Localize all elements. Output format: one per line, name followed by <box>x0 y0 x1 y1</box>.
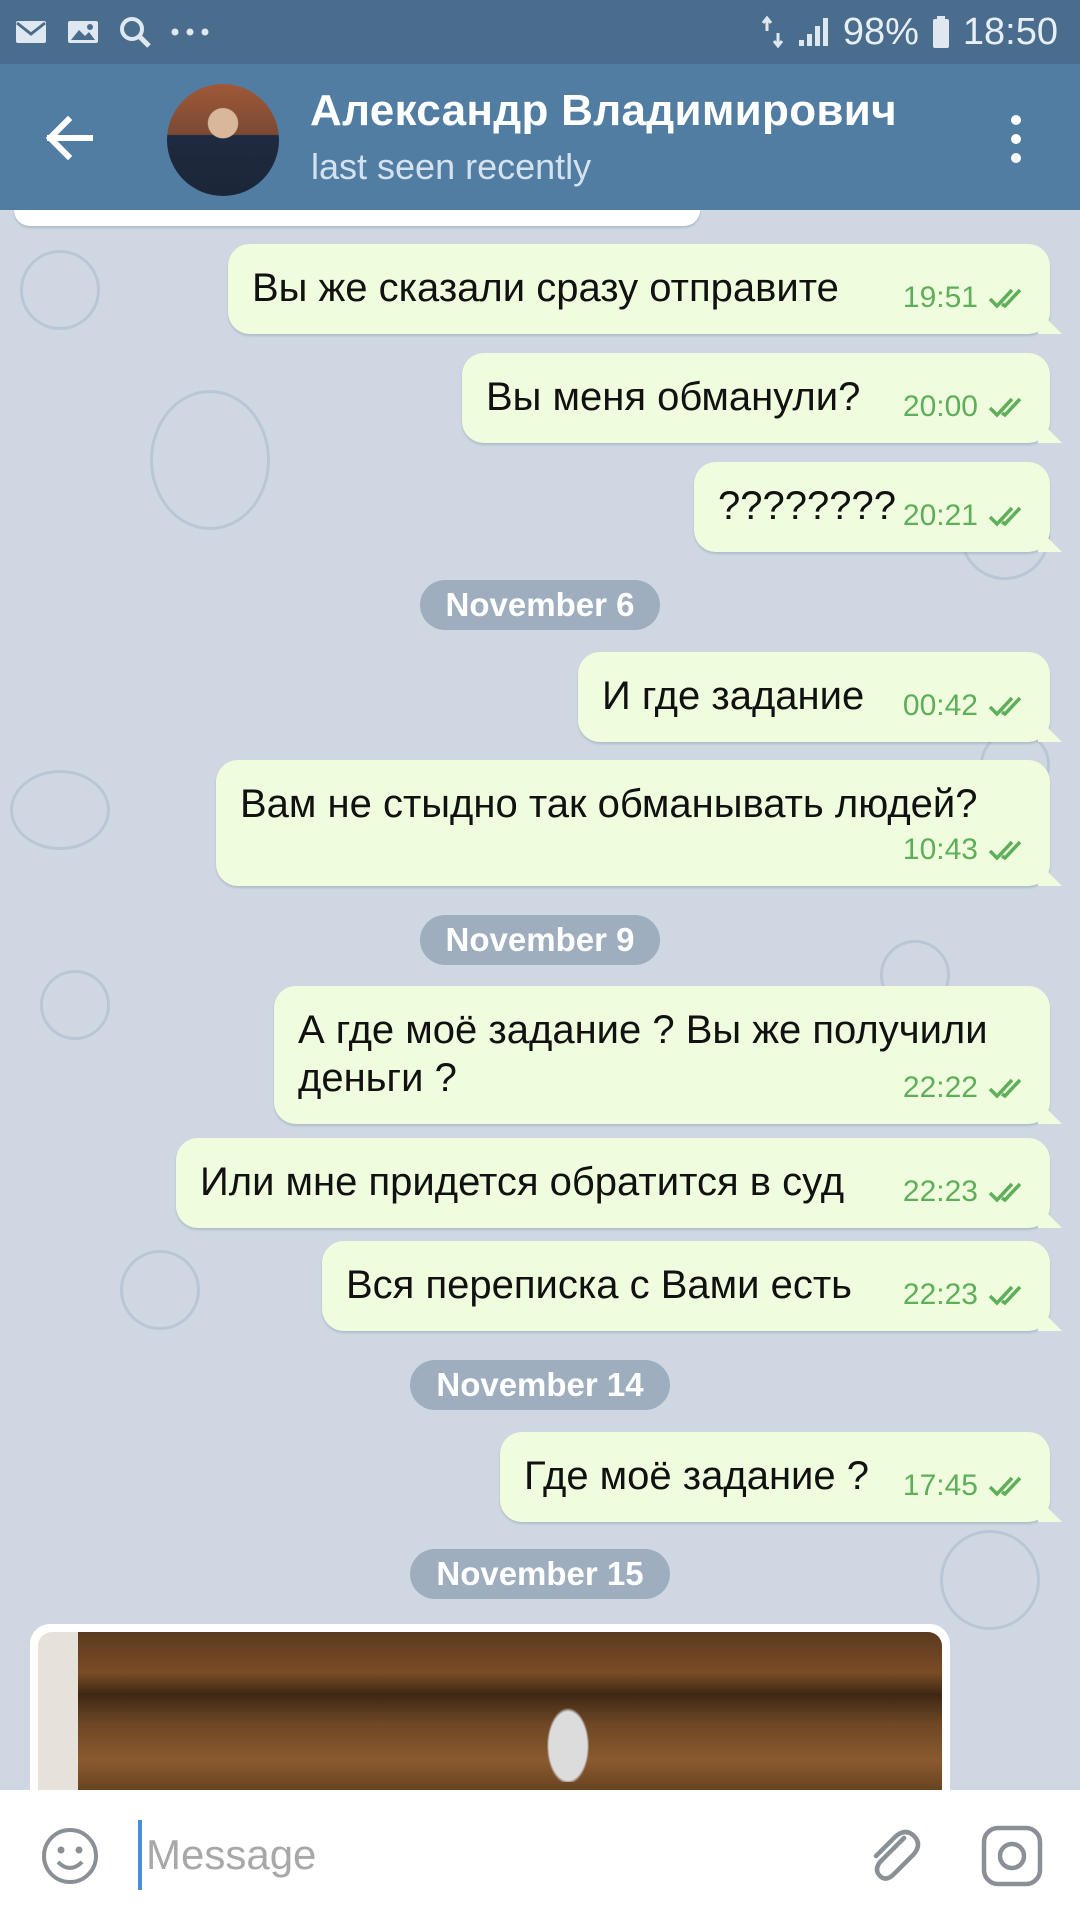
bubble-tail <box>1038 419 1062 443</box>
message-bubble[interactable]: А где моё задание ? Вы же получили деньг… <box>274 986 1062 1124</box>
signal-icon <box>797 16 831 48</box>
double-check-icon <box>988 397 1022 418</box>
message-bubble[interactable]: И где задание 00:42 <box>578 652 1062 742</box>
photo-message[interactable] <box>30 1624 950 1790</box>
chat-header: Александр Владимирович last seen recentl… <box>0 64 1080 210</box>
double-check-icon <box>988 696 1022 717</box>
photo-thumbnail[interactable] <box>38 1632 942 1790</box>
message-time: 22:22 <box>902 1071 978 1104</box>
double-check-icon <box>988 1476 1022 1497</box>
message-bubble[interactable]: Вся переписка с Вами есть 22:23 <box>322 1241 1062 1331</box>
background-doodle <box>40 970 110 1040</box>
mail-icon <box>14 18 48 46</box>
date-separator: November 9 <box>420 915 660 965</box>
double-check-icon <box>988 1078 1022 1099</box>
message-time: 22:23 <box>902 1175 978 1208</box>
avatar[interactable] <box>167 84 279 196</box>
bubble-tail <box>1038 1100 1062 1124</box>
background-doodle <box>150 390 270 530</box>
emoji-button[interactable] <box>40 1826 100 1886</box>
more-menu-button[interactable] <box>996 104 1036 174</box>
bubble-tail <box>1038 1307 1062 1331</box>
paperclip-icon <box>873 1829 921 1881</box>
bubble-tail <box>1038 310 1062 334</box>
smiley-icon <box>42 1828 98 1884</box>
double-check-icon <box>988 840 1022 861</box>
previous-message-edge <box>14 210 700 226</box>
background-doodle <box>10 770 110 850</box>
status-bar: 98% 18:50 <box>0 0 1080 64</box>
bubble-tail <box>1038 528 1062 552</box>
image-icon <box>66 18 100 46</box>
status-right-icons: 98% 18:50 <box>761 11 1058 54</box>
double-check-icon <box>988 288 1022 309</box>
date-separator: November 14 <box>410 1360 670 1410</box>
double-check-icon <box>988 506 1022 527</box>
message-bubble[interactable]: Вы меня обманули? 20:00 <box>462 353 1062 443</box>
message-list[interactable]: Вы же сказали сразу отправите 19:51 Вы м… <box>0 210 1080 1790</box>
clock: 18:50 <box>962 10 1058 53</box>
date-separator: November 15 <box>410 1549 670 1599</box>
data-arrows-icon <box>761 15 785 49</box>
status-left-icons <box>14 15 210 49</box>
contact-name[interactable]: Александр Владимирович <box>310 86 897 136</box>
message-bubble[interactable]: ???????? 20:21 <box>694 462 1062 552</box>
message-meta: 10:43 <box>903 826 1032 874</box>
message-input[interactable] <box>138 1820 838 1890</box>
message-time: 00:42 <box>902 689 978 722</box>
message-meta: 00:42 <box>903 682 1032 730</box>
arrow-left-icon <box>46 116 93 160</box>
menu-dot-icon <box>1011 153 1021 163</box>
message-meta: 22:23 <box>903 1168 1032 1216</box>
message-bubble[interactable]: Вам не стыдно так обманывать людей? 10:4… <box>216 760 1062 886</box>
battery-icon <box>931 15 951 49</box>
message-bubble[interactable]: Или мне придется обратится в суд 22:23 <box>176 1138 1062 1228</box>
message-text: Вам не стыдно так обманывать людей? <box>240 782 978 826</box>
background-doodle <box>120 1250 200 1330</box>
background-doodle <box>940 1530 1040 1630</box>
message-time: 17:45 <box>902 1469 978 1502</box>
message-time: 20:00 <box>902 390 978 423</box>
message-time: 20:21 <box>902 499 978 532</box>
bubble-tail <box>1038 718 1062 742</box>
camera-button[interactable] <box>980 1824 1044 1888</box>
message-time: 22:23 <box>902 1278 978 1311</box>
contact-last-seen: last seen recently <box>311 146 592 187</box>
message-bubble[interactable]: Вы же сказали сразу отправите 19:51 <box>228 244 1062 334</box>
search-icon <box>118 15 152 49</box>
more-dots-icon <box>170 27 210 37</box>
message-meta: 17:45 <box>903 1462 1032 1510</box>
message-meta: 19:51 <box>903 274 1032 322</box>
message-time: 19:51 <box>902 281 978 314</box>
bubble-tail <box>1038 862 1062 886</box>
message-bubble[interactable]: Где моё задание ? 17:45 <box>500 1432 1062 1522</box>
double-check-icon <box>988 1182 1022 1203</box>
message-time: 10:43 <box>902 833 978 866</box>
attach-button[interactable] <box>862 1824 926 1888</box>
camera-icon <box>981 1825 1043 1887</box>
double-check-icon <box>988 1285 1022 1306</box>
battery-percent: 98% <box>842 10 919 53</box>
menu-dot-icon <box>1011 134 1021 144</box>
menu-dot-icon <box>1011 115 1021 125</box>
message-meta: 20:21 <box>903 492 1032 540</box>
message-meta: 20:00 <box>903 383 1032 431</box>
message-meta: 22:23 <box>903 1271 1032 1319</box>
bubble-tail <box>1038 1204 1062 1228</box>
message-composer <box>0 1790 1080 1920</box>
background-doodle <box>20 250 100 330</box>
back-button[interactable] <box>40 108 100 168</box>
bubble-tail <box>1038 1498 1062 1522</box>
date-separator: November 6 <box>420 580 660 630</box>
message-meta: 22:22 <box>903 1064 1032 1112</box>
